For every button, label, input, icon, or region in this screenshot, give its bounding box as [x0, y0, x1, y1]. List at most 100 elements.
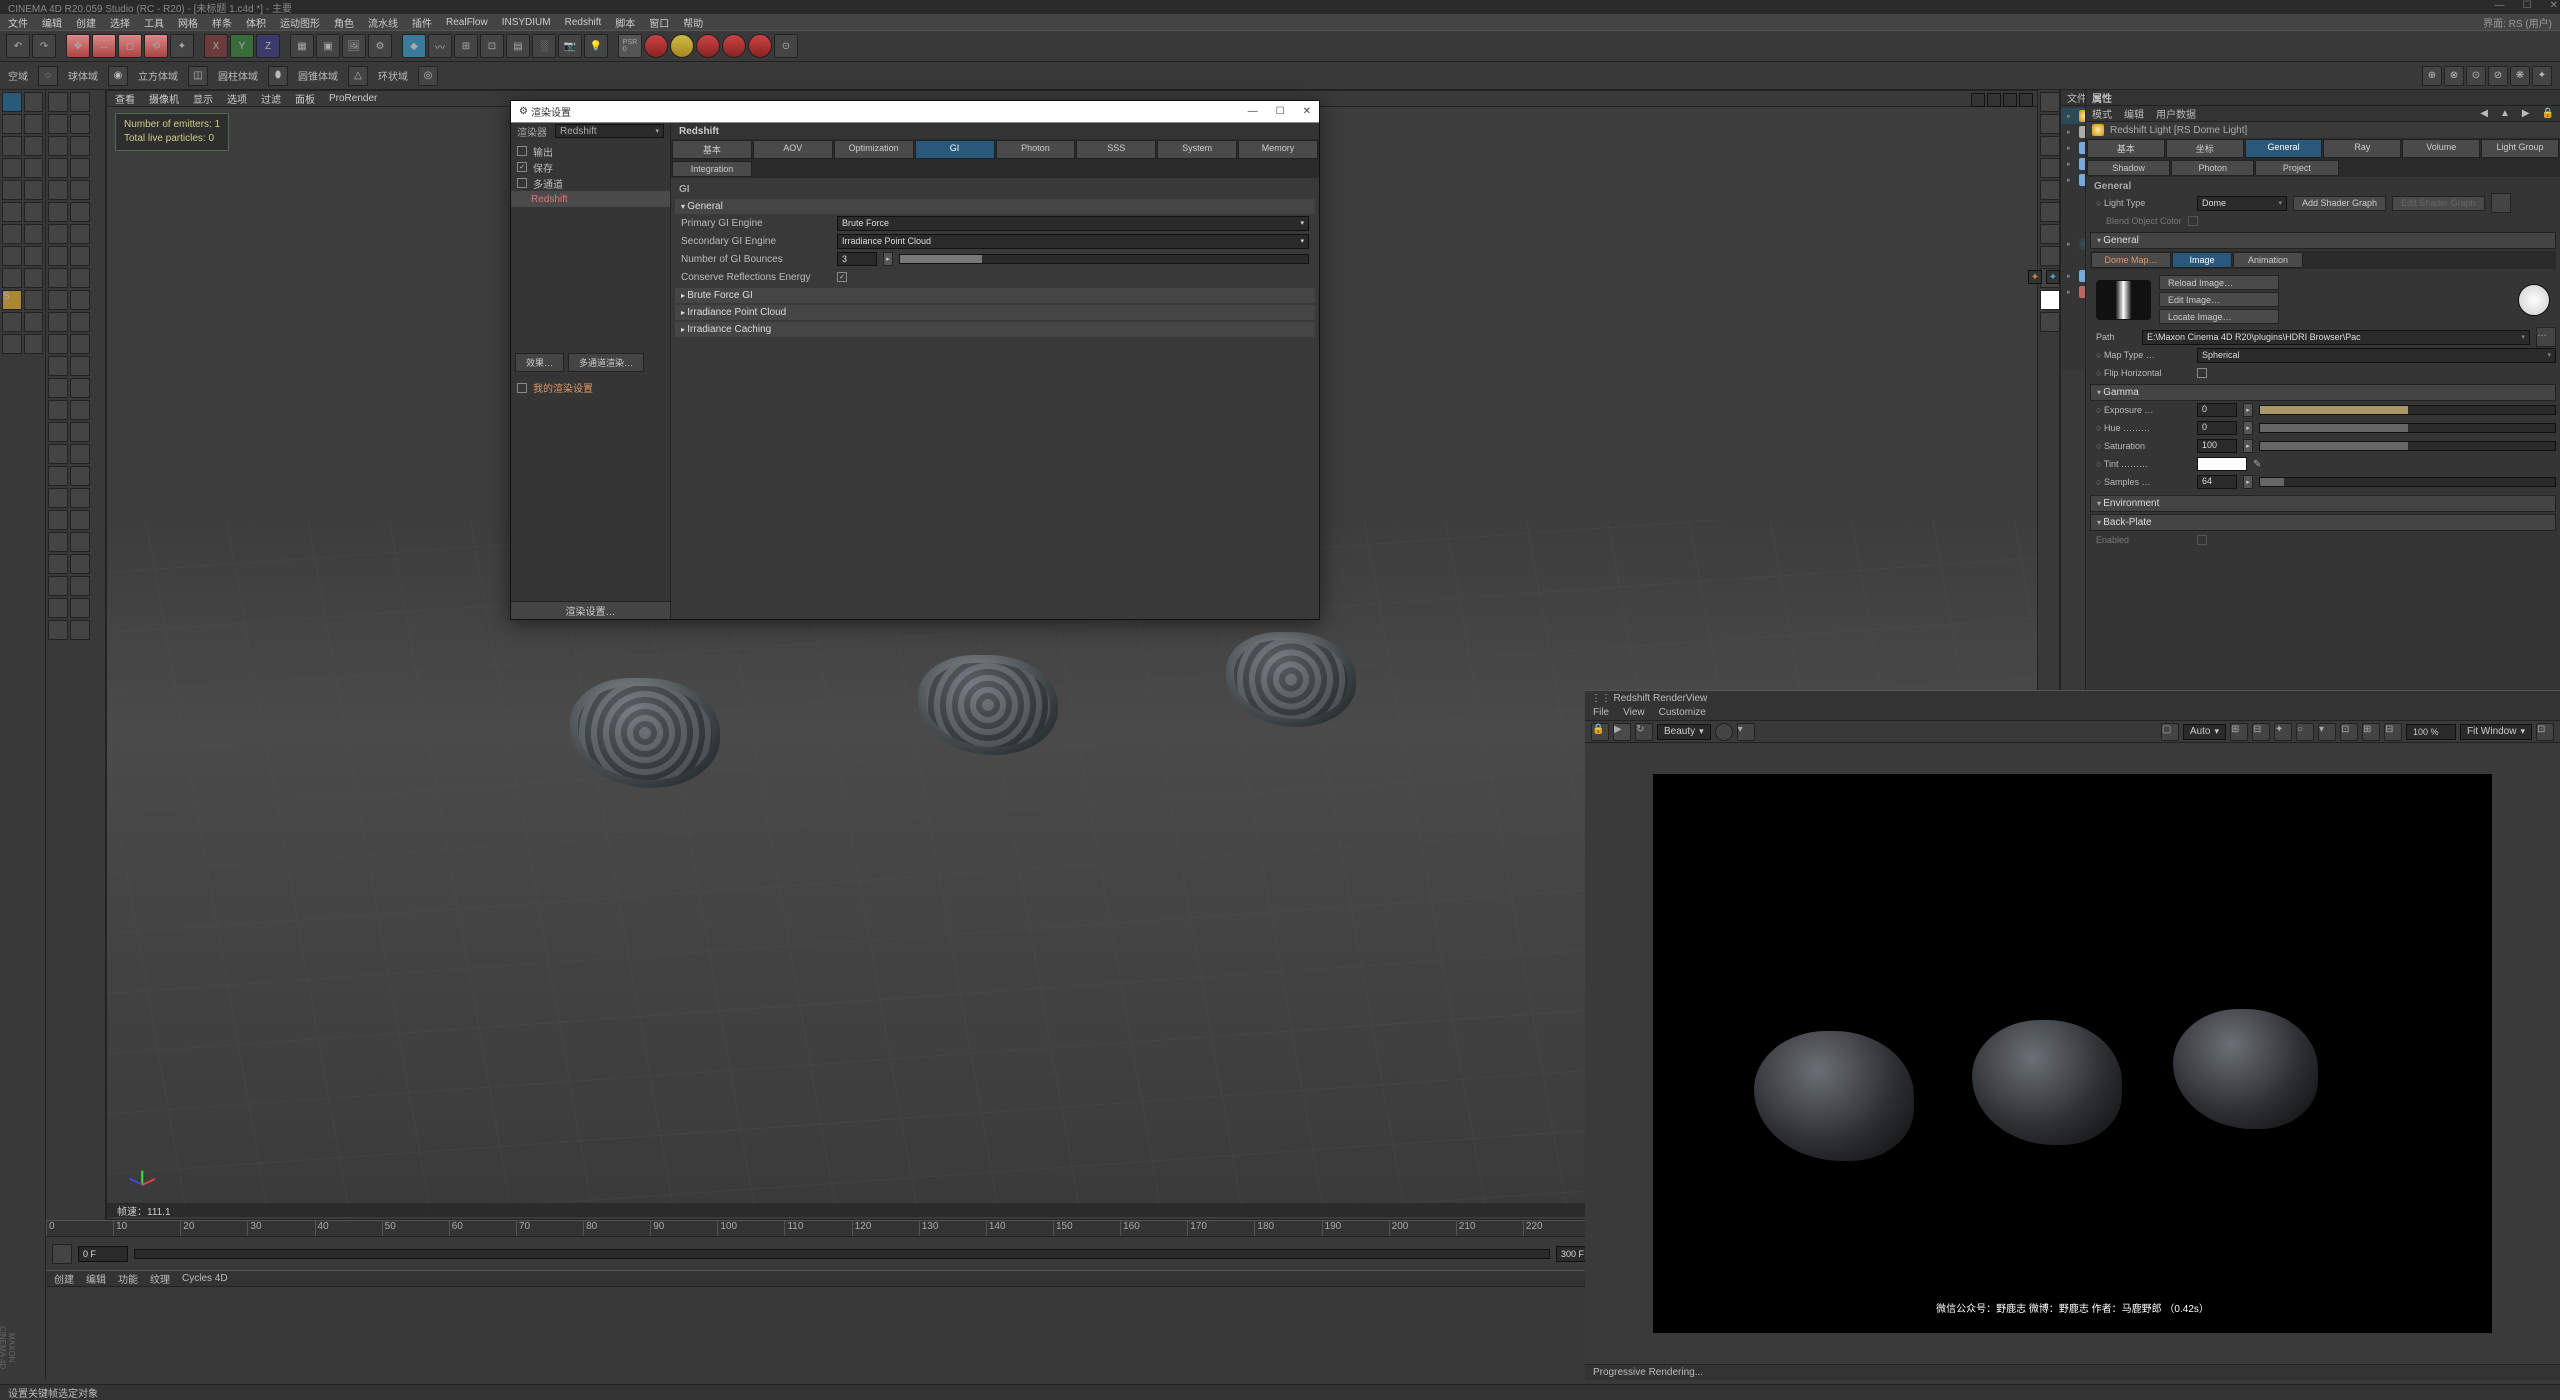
my-settings[interactable]: 我的渲染设置	[533, 380, 593, 395]
menu-item[interactable]: 选择	[110, 15, 130, 30]
vp-tool[interactable]	[70, 356, 90, 376]
vp-tool[interactable]	[48, 444, 68, 464]
texture-mode-button[interactable]	[2, 114, 22, 134]
poly-mode-button[interactable]	[2, 158, 22, 178]
vp-side-tool[interactable]	[2040, 312, 2060, 332]
tab-photon[interactable]: Photon	[2171, 160, 2254, 176]
vp-tool[interactable]	[70, 576, 90, 596]
key-scale-button[interactable]	[722, 34, 746, 58]
vp-tool[interactable]	[70, 158, 90, 178]
tool-button[interactable]	[24, 312, 44, 332]
key-rot-button[interactable]	[748, 34, 772, 58]
expand-icon[interactable]: ▸	[2067, 176, 2075, 184]
vp-tool[interactable]	[48, 356, 68, 376]
vp-tool[interactable]	[48, 378, 68, 398]
axis-icon[interactable]: ✦	[2028, 270, 2042, 284]
tab[interactable]: 编辑	[86, 1271, 106, 1286]
hue-slider[interactable]	[2259, 423, 2556, 433]
tab-shadow[interactable]: Shadow	[2087, 160, 2170, 176]
render-view-button[interactable]: ▦	[290, 34, 314, 58]
render-settings-button[interactable]: 渲染设置…	[511, 601, 670, 619]
color-picker-icon[interactable]: ✎	[2253, 459, 2261, 470]
tab-project[interactable]: Project	[2255, 160, 2338, 176]
vp-tool[interactable]	[70, 598, 90, 618]
rv-tool[interactable]: ▾	[2318, 723, 2336, 741]
timeline-scrollbar[interactable]	[134, 1249, 1550, 1259]
uv-poly-button[interactable]	[24, 158, 44, 178]
attr-menu[interactable]: 模式	[2092, 106, 2112, 121]
record-button[interactable]	[644, 34, 668, 58]
tab[interactable]: 创建	[54, 1271, 74, 1286]
edge-mode-button[interactable]	[24, 136, 44, 156]
ipr-refresh-button[interactable]: ↻	[1635, 723, 1653, 741]
render-output[interactable]: 微信公众号：野鹿志 微博：野鹿志 作者：马鹿野郎 （0.42s）	[1585, 743, 2560, 1364]
rv-menu-item[interactable]: File	[1593, 707, 1609, 718]
primary-gi-select[interactable]: Brute Force	[837, 216, 1309, 231]
spinner-icon[interactable]: ▸	[2243, 439, 2253, 453]
vp-tool[interactable]	[70, 246, 90, 266]
field-mod[interactable]: ⊗	[2444, 66, 2464, 86]
viewport-solo-button[interactable]	[24, 202, 44, 222]
vp-side-tool[interactable]	[2040, 290, 2060, 310]
nav-back-icon[interactable]: ◀	[2480, 108, 2488, 119]
vp-side-tool[interactable]	[2040, 246, 2060, 266]
aov-select[interactable]: Beauty ▾	[1657, 724, 1711, 740]
region-icon[interactable]: ○	[2296, 723, 2314, 741]
checkbox[interactable]	[517, 146, 527, 156]
menu-item[interactable]: 创建	[76, 15, 96, 30]
vp-tool[interactable]	[70, 92, 90, 112]
menu-item[interactable]: 网格	[178, 15, 198, 30]
tree-output[interactable]: 输出	[511, 143, 670, 159]
vp-tool[interactable]	[48, 114, 68, 134]
field-mod[interactable]: ⊘	[2488, 66, 2508, 86]
snap-button[interactable]	[2, 224, 22, 244]
samples-slider[interactable]	[2259, 477, 2556, 487]
sat-slider[interactable]	[2259, 441, 2556, 451]
object-mode-button[interactable]	[24, 92, 44, 112]
pen-tool[interactable]: 〰	[428, 34, 452, 58]
rstab-photon[interactable]: Photon	[996, 140, 1076, 159]
vp-side-tool[interactable]	[2040, 202, 2060, 222]
quantize-button[interactable]	[24, 224, 44, 244]
grid-icon[interactable]: ⊟	[2252, 723, 2270, 741]
psr-button[interactable]: PSR0	[618, 34, 642, 58]
exposure-input[interactable]: 0	[2197, 403, 2237, 417]
vp-tool[interactable]	[48, 180, 68, 200]
rstab-basic[interactable]: 基本	[672, 140, 752, 159]
vp-tool[interactable]	[70, 136, 90, 156]
symmetry-button[interactable]: S	[2, 290, 22, 310]
generator-button[interactable]: ⊡	[480, 34, 504, 58]
checkbox[interactable]	[517, 383, 527, 393]
crop-icon[interactable]: ▢	[2161, 723, 2179, 741]
vp-side-tool[interactable]	[2040, 92, 2060, 112]
maximize-icon[interactable]: ☐	[2523, 0, 2532, 11]
bucket-select[interactable]: Auto ▾	[2183, 724, 2226, 740]
menu-item[interactable]: 工具	[144, 15, 164, 30]
ipr-lock-button[interactable]: 🔒	[1591, 723, 1609, 741]
vp-menu-item[interactable]: 选项	[227, 91, 247, 106]
tree-multipass[interactable]: 多通道	[511, 175, 670, 191]
vp-nav-max-icon[interactable]	[2019, 93, 2033, 107]
zoom-input[interactable]: 100 %	[2406, 724, 2456, 740]
dlg-maximize-icon[interactable]: ☐	[1276, 106, 1285, 117]
menu-item[interactable]: 角色	[334, 15, 354, 30]
vp-tool[interactable]	[70, 114, 90, 134]
select-tool[interactable]: ✥	[66, 34, 90, 58]
vp-tool[interactable]	[48, 92, 68, 112]
lock-icon[interactable]: 🔒	[2542, 108, 2554, 119]
expand-icon[interactable]: ▸	[2067, 272, 2075, 280]
blend-checkbox[interactable]	[2188, 216, 2198, 226]
attr-menu[interactable]: 编辑	[2124, 106, 2144, 121]
subtab-animation[interactable]: Animation	[2233, 252, 2303, 268]
autokey-button[interactable]	[670, 34, 694, 58]
expand-icon[interactable]: ▸	[2067, 160, 2075, 168]
bounces-input[interactable]: 3	[837, 252, 877, 266]
locate-image-button[interactable]: Locate Image…	[2159, 309, 2279, 324]
vp-tool[interactable]	[70, 378, 90, 398]
vp-tool[interactable]	[48, 422, 68, 442]
ic-head[interactable]: Irradiance Caching	[675, 322, 1315, 337]
camera-button[interactable]: 📷	[558, 34, 582, 58]
rv-tool[interactable]: ⊡	[2536, 723, 2554, 741]
tab[interactable]: 功能	[118, 1271, 138, 1286]
last-tool[interactable]: ✦	[170, 34, 194, 58]
